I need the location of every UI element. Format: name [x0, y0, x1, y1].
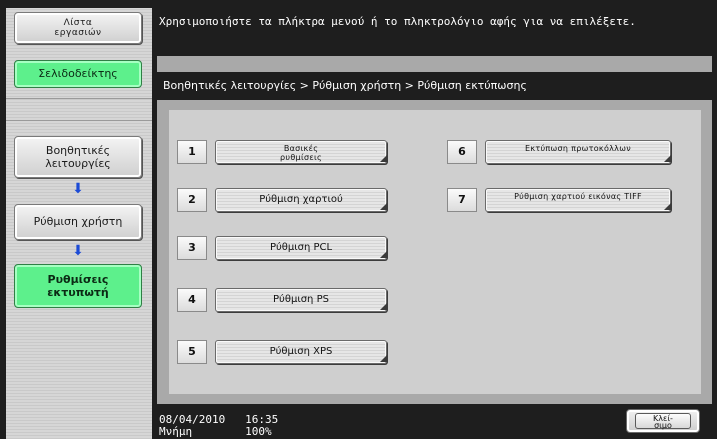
bookmark-button[interactable]: Σελιδοδείκτης — [14, 60, 142, 88]
paper-settings-button[interactable]: Ρύθμιση χαρτιού — [215, 188, 387, 212]
corner-marker-icon — [380, 155, 387, 162]
menu-number: 1 — [177, 140, 207, 164]
pcl-settings-button[interactable]: Ρύθμιση PCL — [215, 236, 387, 260]
menu-area: 1 Βασικές ρυθμίσεις 2 Ρύθμιση χαρτιού 3 … — [169, 110, 701, 394]
menu-number: 7 — [447, 188, 477, 212]
menu-number: 3 — [177, 236, 207, 260]
tiff-paper-settings-button[interactable]: Ρύθμιση χαρτιού εικόνας TIFF — [485, 188, 671, 212]
instruction-message: Χρησιμοποιήστε τα πλήκτρα μενού ή το πλη… — [159, 15, 636, 28]
menu-item-tiff-paper-settings[interactable]: 7 Ρύθμιση χαρτιού εικόνας TIFF — [447, 188, 677, 212]
corner-marker-icon — [664, 155, 671, 162]
sidebar-divider — [6, 120, 152, 121]
corner-marker-icon — [380, 355, 387, 362]
corner-marker-icon — [664, 203, 671, 210]
menu-number: 5 — [177, 340, 207, 364]
menu-item-ps-settings[interactable]: 4 Ρύθμιση PS — [177, 288, 397, 312]
job-list-button[interactable]: Λίστα εργασιών — [14, 12, 142, 44]
corner-marker-icon — [380, 203, 387, 210]
nav-utility-button[interactable]: Βοηθητικές λειτουργίες — [14, 136, 142, 178]
corner-marker-icon — [380, 303, 387, 310]
basic-settings-button[interactable]: Βασικές ρυθμίσεις — [215, 140, 387, 164]
close-button-label: Κλεί- σιμο — [635, 413, 691, 430]
menu-item-print-reports[interactable]: 6 Εκτύπωση πρωτοκόλλων — [447, 140, 677, 164]
breadcrumb: Βοηθητικές λειτουργίες > Ρύθμιση χρήστη … — [157, 72, 712, 100]
corner-marker-icon — [380, 251, 387, 258]
menu-item-pcl-settings[interactable]: 3 Ρύθμιση PCL — [177, 236, 397, 260]
nav-user-settings-button[interactable]: Ρύθμιση χρήστη — [14, 204, 142, 240]
menu-item-xps-settings[interactable]: 5 Ρύθμιση XPS — [177, 340, 397, 364]
menu-item-basic-settings[interactable]: 1 Βασικές ρυθμίσεις — [177, 140, 397, 164]
close-button[interactable]: Κλεί- σιμο — [626, 409, 700, 433]
menu-number: 4 — [177, 288, 207, 312]
date-time: 08/04/2010 16:35 Μνήμη 100% — [159, 414, 278, 438]
screen: Λίστα εργασιών Σελιδοδείκτης Βοηθητικές … — [0, 0, 717, 439]
nav-printer-settings-button[interactable]: Ρυθμίσεις εκτυπωτή — [14, 264, 142, 308]
memory-label: Μνήμη — [159, 425, 193, 438]
sidebar-divider — [6, 98, 152, 99]
print-reports-button[interactable]: Εκτύπωση πρωτοκόλλων — [485, 140, 671, 164]
xps-settings-button[interactable]: Ρύθμιση XPS — [215, 340, 387, 364]
down-arrow-icon: ⬇ — [72, 243, 84, 259]
ps-settings-button[interactable]: Ρύθμιση PS — [215, 288, 387, 312]
sidebar: Λίστα εργασιών Σελιδοδείκτης Βοηθητικές … — [6, 8, 152, 439]
memory-value: 100% — [245, 425, 272, 438]
menu-number: 6 — [447, 140, 477, 164]
menu-number: 2 — [177, 188, 207, 212]
down-arrow-icon: ⬇ — [72, 181, 84, 197]
menu-item-paper-settings[interactable]: 2 Ρύθμιση χαρτιού — [177, 188, 397, 212]
